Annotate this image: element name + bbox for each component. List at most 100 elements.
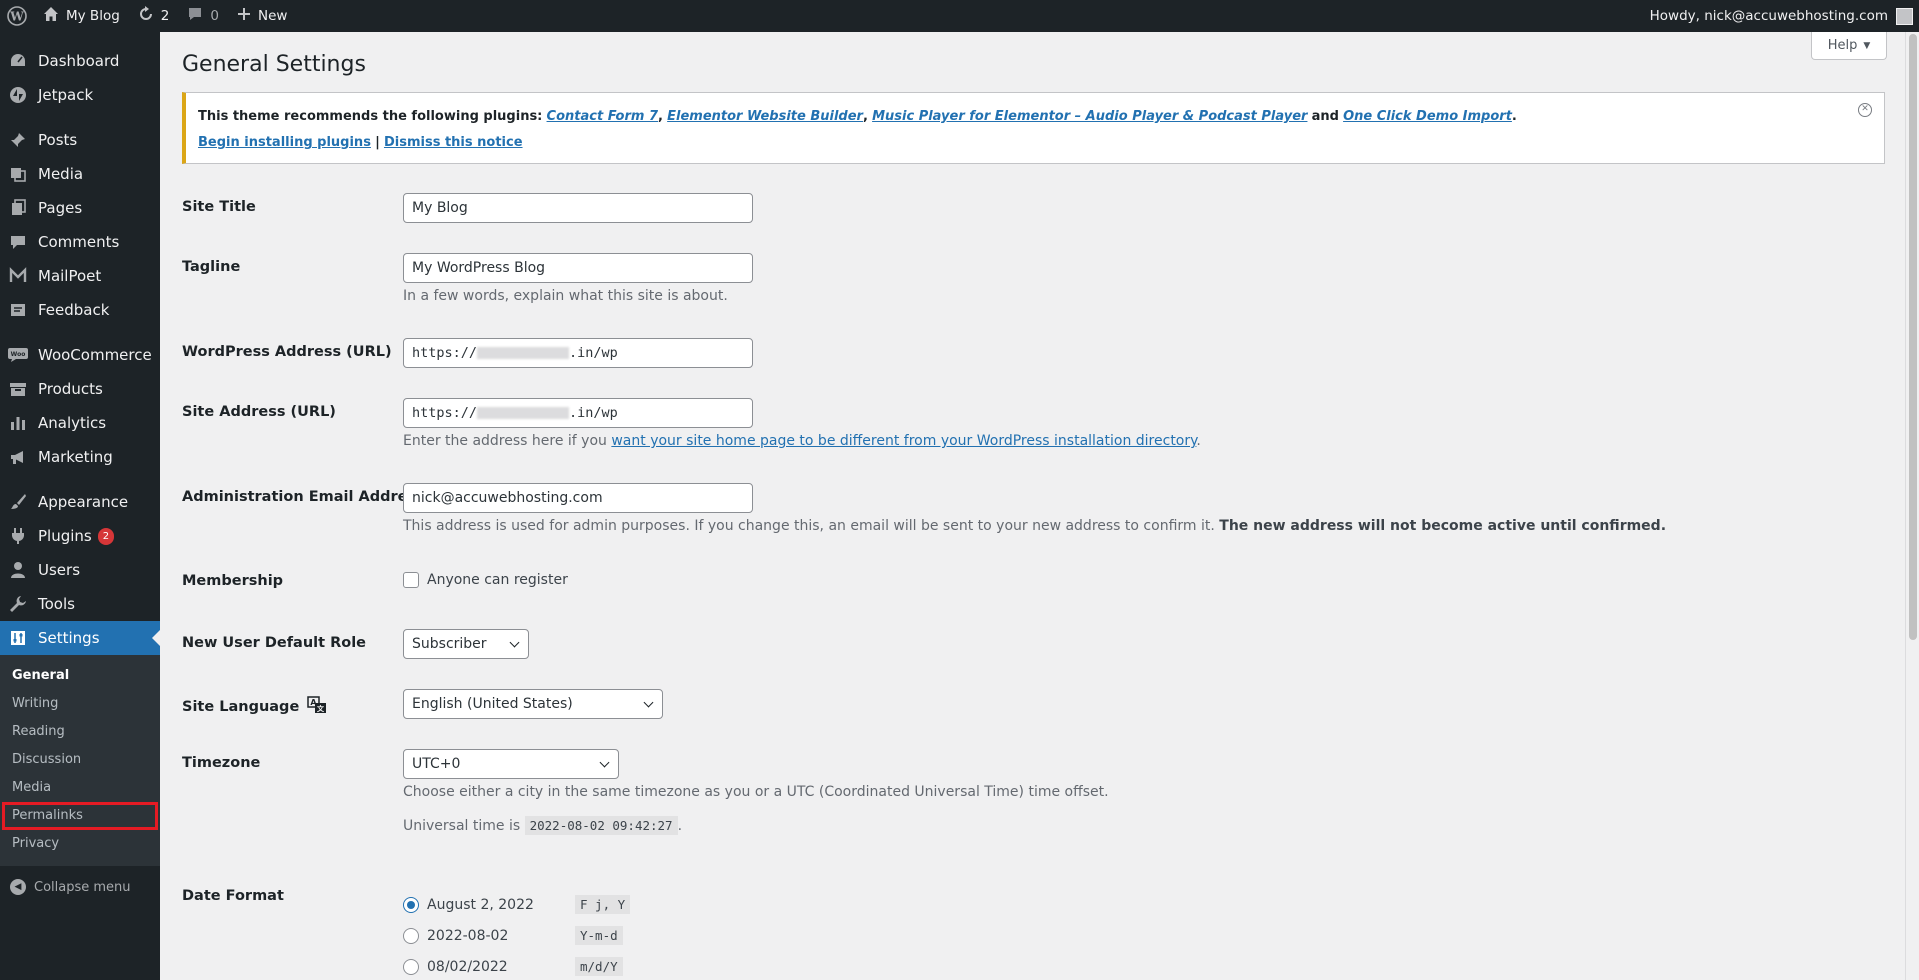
begin-installing-link[interactable]: Begin installing plugins <box>198 135 371 150</box>
submenu-reading[interactable]: Reading <box>0 718 160 746</box>
wordpress-address-input[interactable]: https://.in/wp <box>403 338 753 368</box>
pushpin-icon <box>8 130 28 150</box>
radio-unselected[interactable] <box>403 958 419 975</box>
dismiss-notice-link[interactable]: Dismiss this notice <box>384 135 523 150</box>
date-format-option[interactable]: August 2, 2022 F j, Y <box>403 889 631 920</box>
collapse-arrow-icon: ◀ <box>10 879 26 895</box>
sidebar-item-media[interactable]: Media <box>0 157 160 191</box>
redacted-domain <box>477 407 570 419</box>
scrollbar-thumb[interactable] <box>1909 34 1917 640</box>
dashboard-icon <box>8 51 28 71</box>
checkbox-box[interactable] <box>403 572 419 588</box>
site-language-select[interactable]: English (United States) <box>403 689 663 719</box>
sidebar-item-pages[interactable]: Pages <box>0 191 160 225</box>
translation-icon: A文 <box>307 696 327 718</box>
updates-icon <box>138 6 154 26</box>
default-role-select[interactable]: Subscriber <box>403 629 529 659</box>
help-tab-button[interactable]: Help ▼ <box>1811 32 1887 60</box>
updates-link[interactable]: 2 <box>129 0 179 32</box>
plugin-link-elementor[interactable]: Elementor Website Builder <box>667 109 863 124</box>
plugin-link-demo-import[interactable]: One Click Demo Import <box>1343 109 1512 124</box>
submenu-discussion[interactable]: Discussion <box>0 746 160 774</box>
archive-box-icon <box>8 379 28 399</box>
submenu-general[interactable]: General <box>0 662 160 690</box>
timezone-select[interactable]: UTC+0 <box>403 749 619 779</box>
sidebar-item-products[interactable]: Products <box>0 372 160 406</box>
sidebar-item-feedback[interactable]: Feedback <box>0 293 160 327</box>
sidebar-item-comments[interactable]: Comments <box>0 225 160 259</box>
sidebar-item-tools[interactable]: Tools <box>0 587 160 621</box>
site-title-label: Site Title <box>182 199 256 215</box>
site-address-help-link[interactable]: want your site home page to be different… <box>611 433 1196 449</box>
submenu-writing[interactable]: Writing <box>0 690 160 718</box>
comment-bubble-icon <box>187 6 203 26</box>
comments-count: 0 <box>210 8 219 24</box>
triangle-down-icon: ▼ <box>1863 40 1871 51</box>
date-format-label: Date Format <box>182 888 284 904</box>
plugins-update-badge: 2 <box>97 527 115 545</box>
plugin-link-music-player[interactable]: Music Player for Elementor – Audio Playe… <box>872 109 1307 124</box>
mailpoet-icon <box>8 266 28 286</box>
tagline-description: In a few words, explain what this site i… <box>403 288 728 304</box>
home-icon <box>43 6 59 26</box>
sidebar-item-appearance[interactable]: Appearance <box>0 485 160 519</box>
sidebar-item-marketing[interactable]: Marketing <box>0 440 160 474</box>
radio-selected[interactable] <box>403 896 419 913</box>
site-address-input[interactable]: https://.in/wp <box>403 398 753 428</box>
account-menu[interactable]: Howdy, nick@accuwebhosting.com <box>1641 0 1919 32</box>
plugin-recommendation-notice: This theme recommends the following plug… <box>182 92 1885 164</box>
main-content: Help ▼ General Settings This theme recom… <box>160 32 1905 980</box>
collapse-menu-button[interactable]: ◀ Collapse menu <box>0 870 160 904</box>
sidebar-item-settings[interactable]: Settings <box>0 621 160 655</box>
site-title-input[interactable]: My Blog <box>403 193 753 223</box>
media-icon <box>8 164 28 184</box>
close-icon[interactable]: ✕ <box>1858 103 1872 117</box>
paintbrush-icon <box>8 492 28 512</box>
plugin-link-contact-form[interactable]: Contact Form 7 <box>547 109 659 124</box>
admin-email-label: Administration Email Address <box>182 489 425 505</box>
sidebar-item-woocommerce[interactable]: Woo WooCommerce <box>0 338 160 372</box>
radio-unselected[interactable] <box>403 927 419 944</box>
date-format-option[interactable]: 2022-08-02 Y-m-d <box>403 920 630 951</box>
admin-email-description: This address is used for admin purposes.… <box>403 518 1667 534</box>
settings-sliders-icon <box>8 628 28 648</box>
redacted-domain <box>477 347 570 359</box>
sidebar-item-jetpack[interactable]: Jetpack <box>0 78 160 112</box>
sidebar-item-mailpoet[interactable]: MailPoet <box>0 259 160 293</box>
sidebar-item-plugins[interactable]: Plugins 2 <box>0 519 160 553</box>
anyone-can-register-checkbox[interactable]: Anyone can register <box>403 572 568 588</box>
bar-chart-icon <box>8 413 28 433</box>
new-content-link[interactable]: New <box>228 0 296 32</box>
site-name-link[interactable]: My Blog <box>34 0 129 32</box>
site-address-label: Site Address (URL) <box>182 404 336 420</box>
tagline-input[interactable]: My WordPress Blog <box>403 253 753 283</box>
sidebar-item-posts[interactable]: Posts <box>0 123 160 157</box>
membership-label: Membership <box>182 573 284 589</box>
site-name: My Blog <box>66 8 120 24</box>
submenu-permalinks[interactable]: Permalinks <box>2 802 158 830</box>
universal-time-value: 2022-08-02 09:42:27 <box>524 816 678 835</box>
jetpack-icon <box>8 85 28 105</box>
feedback-icon <box>8 300 28 320</box>
tagline-label: Tagline <box>182 259 241 275</box>
date-format-option[interactable]: 08/02/2022 m/d/Y <box>403 951 630 980</box>
page-scrollbar[interactable] <box>1905 32 1919 980</box>
comments-link[interactable]: 0 <box>178 0 228 32</box>
admin-sidebar: Dashboard Jetpack Posts Media Pages Comm… <box>0 32 160 980</box>
svg-text:文: 文 <box>317 704 325 713</box>
avatar <box>1896 7 1913 25</box>
sidebar-item-dashboard[interactable]: Dashboard <box>0 44 160 78</box>
submenu-media[interactable]: Media <box>0 774 160 802</box>
sidebar-item-analytics[interactable]: Analytics <box>0 406 160 440</box>
plus-icon <box>237 7 251 25</box>
admin-email-input[interactable]: nick@accuwebhosting.com <box>403 483 753 513</box>
wordpress-logo-icon[interactable]: W <box>0 0 34 32</box>
comment-icon <box>8 232 28 252</box>
howdy-text: Howdy, nick@accuwebhosting.com <box>1649 8 1888 24</box>
submenu-privacy[interactable]: Privacy <box>0 830 160 858</box>
settings-submenu: General Writing Reading Discussion Media… <box>0 655 160 866</box>
new-label: New <box>257 8 288 24</box>
plug-icon <box>8 526 28 546</box>
default-role-label: New User Default Role <box>182 635 367 651</box>
sidebar-item-users[interactable]: Users <box>0 553 160 587</box>
